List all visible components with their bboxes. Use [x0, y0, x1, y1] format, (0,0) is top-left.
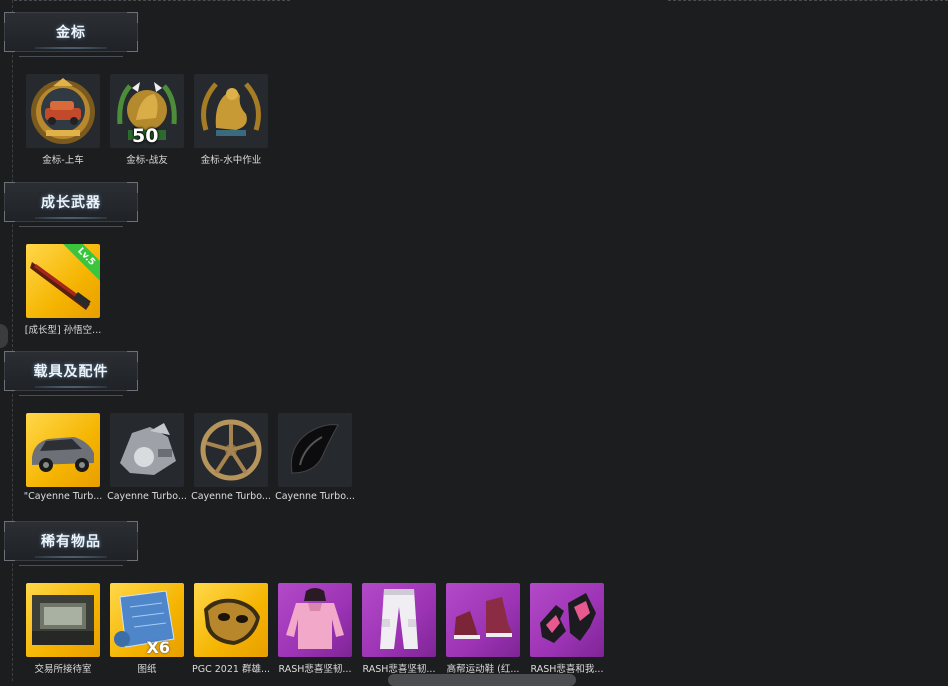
item-tile[interactable]: 高帮运动鞋 (红... [446, 583, 520, 675]
item-tile[interactable]: 金标-水中作业 [194, 74, 268, 166]
black-fender-icon [290, 424, 339, 474]
item-thumbnail: X6 [110, 583, 184, 657]
item-thumbnail [26, 74, 100, 148]
item-tile[interactable]: Cayenne Turbo... [191, 413, 271, 502]
section-title: 载具及配件 [33, 364, 109, 380]
item-label: Cayenne Turbo... [107, 491, 187, 502]
section-header-growth-weapon: 成长武器 [4, 182, 138, 227]
item-label: 高帮运动鞋 (红... [446, 664, 520, 675]
item-thumbnail [530, 583, 604, 657]
room-icon [32, 595, 94, 645]
wheel-rim-icon [200, 419, 262, 481]
item-label: Cayenne Turbo... [191, 491, 271, 502]
item-thumbnail [110, 413, 184, 487]
item-thumbnail [194, 583, 268, 657]
item-label: 金标-战友 [126, 155, 168, 166]
item-tile[interactable]: Lv.5 [成长型] 孙悟空... [25, 244, 101, 336]
item-tile[interactable]: PGC 2021 群雄... [192, 583, 270, 675]
item-thumbnail [278, 583, 352, 657]
item-thumbnail: 50 [110, 74, 184, 148]
item-label: 交易所接待室 [34, 664, 92, 675]
item-tile[interactable]: RASH悲喜和我... [530, 583, 604, 675]
top-divider-left [14, 0, 290, 1]
item-tile[interactable]: 50 金标-战友 [110, 74, 184, 166]
white-pants-icon [380, 589, 418, 649]
item-thumbnail [278, 413, 352, 487]
item-thumbnail [194, 413, 268, 487]
item-thumbnail: Lv.5 [26, 244, 100, 318]
item-tile[interactable]: 金标-上车 [26, 74, 100, 166]
item-tile[interactable]: 交易所接待室 [26, 583, 100, 675]
engine-parts-icon [120, 423, 176, 475]
item-thumbnail [446, 583, 520, 657]
scroll-handle[interactable] [0, 324, 8, 348]
item-tile[interactable]: RASH悲喜坚韧... [278, 583, 352, 675]
item-label: [成长型] 孙悟空... [24, 325, 102, 336]
gold-seal-emblem-icon [201, 82, 261, 136]
gold-mask-icon [204, 598, 260, 645]
item-tile[interactable]: RASH悲喜坚韧... [362, 583, 436, 675]
item-label: 金标-上车 [42, 155, 84, 166]
quantity-badge: X6 [146, 638, 170, 657]
item-thumbnail [26, 583, 100, 657]
count-badge: 50 [132, 125, 159, 147]
section-title: 稀有物品 [41, 534, 101, 550]
section-title: 金标 [56, 25, 86, 41]
gold-car-emblem-icon [31, 78, 95, 144]
item-label: RASH悲喜坚韧... [278, 664, 352, 675]
car-icon [32, 437, 94, 472]
section-header-rare-items: 稀有物品 [4, 521, 138, 566]
item-label: 图纸 [137, 664, 157, 675]
gloves-icon [540, 593, 596, 643]
pink-hoodie-icon [286, 588, 344, 649]
bottom-scrollbar[interactable] [388, 674, 576, 686]
item-label: 金标-水中作业 [200, 155, 262, 166]
item-label: PGC 2021 群雄... [192, 664, 270, 675]
section-header-gold-badge: 金标 [4, 12, 138, 57]
item-label: "Cayenne Turb... [23, 491, 103, 502]
item-label: RASH悲喜和我... [530, 664, 604, 675]
red-sneakers-icon [454, 597, 512, 639]
section-title: 成长武器 [41, 195, 101, 211]
item-thumbnail [362, 583, 436, 657]
item-tile[interactable]: "Cayenne Turb... [24, 413, 102, 502]
item-tile[interactable]: Cayenne Turbo... [107, 413, 187, 502]
section-header-vehicles: 载具及配件 [4, 351, 138, 396]
item-tile[interactable]: Cayenne Turbo... [275, 413, 355, 502]
item-label: RASH悲喜坚韧... [362, 664, 436, 675]
top-divider-right [668, 0, 948, 1]
item-thumbnail [26, 413, 100, 487]
item-label: Cayenne Turbo... [275, 491, 355, 502]
item-thumbnail [194, 74, 268, 148]
item-tile[interactable]: X6 图纸 [110, 583, 184, 675]
timeline-line [12, 0, 13, 681]
